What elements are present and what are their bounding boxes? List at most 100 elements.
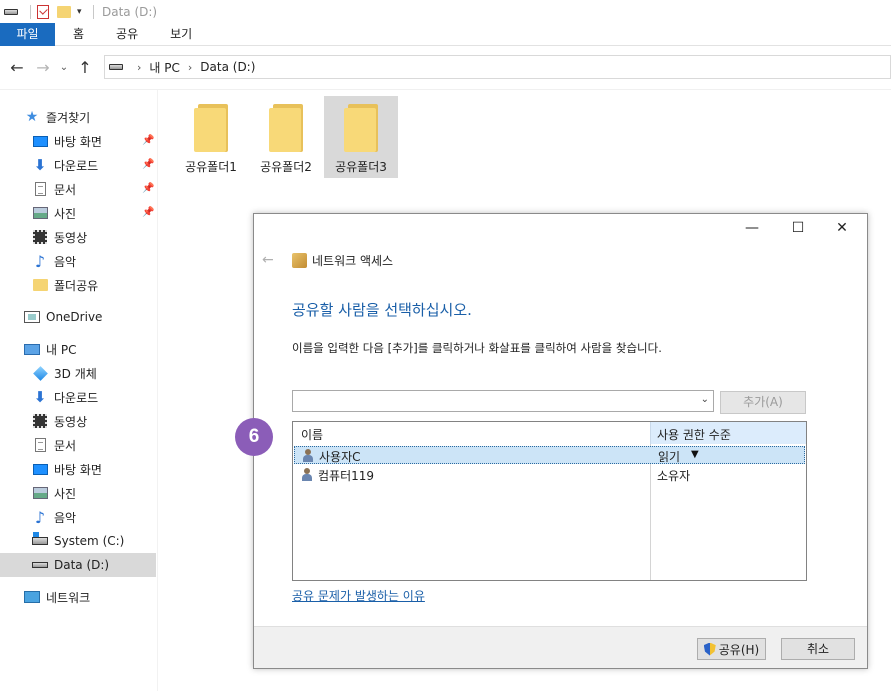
tab-share[interactable]: 공유 (100, 23, 154, 46)
onedrive-icon (24, 311, 40, 323)
sidebar-item-label: 네트워크 (46, 590, 91, 605)
desktop-icon (32, 463, 48, 475)
pin-icon[interactable]: 📌 (142, 183, 154, 194)
user-name-combobox[interactable]: ⌄ (292, 390, 714, 412)
sidebar-item-pc-desktop[interactable]: 바탕 화면 (32, 458, 102, 480)
minimize-icon[interactable]: — (730, 220, 774, 242)
sidebar-item-network[interactable]: 네트워크 (24, 586, 90, 608)
folder-item-selected[interactable]: 공유폴더3 (324, 96, 398, 178)
sidebar-item-label: 문서 (54, 182, 77, 197)
sharing-help-link[interactable]: 공유 문제가 발생하는 이유 (292, 587, 425, 604)
sidebar-item-3d-objects[interactable]: 3D 개체 (32, 362, 97, 384)
sidebar-item-music[interactable]: ♪ 음악 (32, 250, 76, 272)
dialog-heading: 공유할 사람을 선택하십시오. (292, 301, 472, 319)
up-arrow-icon[interactable]: ↑ (72, 58, 98, 77)
pin-icon[interactable]: 📌 (142, 159, 154, 170)
column-header-name[interactable]: 이름 (301, 426, 323, 443)
sidebar-item-label: 동영상 (54, 230, 88, 245)
sidebar-item-pc-downloads[interactable]: ⬇ 다운로드 (32, 386, 98, 408)
navigation-bar: ← → ⌄ ↑ › 내 PC › Data (D:) (0, 46, 891, 90)
folder-icon (192, 104, 230, 152)
sidebar-item-shared-folder[interactable]: 폴더공유 (32, 274, 98, 296)
breadcrumb-data-drive[interactable]: Data (D:) (200, 60, 255, 74)
share-users-list[interactable]: 이름 사용 권한 수준 사용자C 읽기 ▼ 컴퓨터119 소유자 (292, 421, 807, 581)
sidebar-item-downloads[interactable]: ⬇ 다운로드 (32, 154, 98, 176)
recent-locations-chevron-icon[interactable]: ⌄ (56, 62, 72, 73)
toolbar-separator (93, 4, 94, 19)
forward-arrow-icon[interactable]: → (30, 58, 56, 77)
breadcrumb-chevron-icon[interactable]: › (137, 61, 141, 74)
user-name: 사용자C (319, 450, 361, 464)
pin-icon[interactable]: 📌 (142, 207, 154, 218)
breadcrumb-this-pc[interactable]: 내 PC (149, 59, 179, 76)
folder-label: 공유폴더1 (185, 160, 237, 174)
sidebar-item-label: 음악 (54, 254, 77, 269)
share-button-label: 공유(H) (718, 642, 760, 657)
share-button[interactable]: 공유(H) (697, 638, 766, 660)
drive-icon (32, 562, 48, 568)
folder-icon (342, 104, 380, 152)
permission-level: 소유자 (657, 469, 691, 483)
sidebar-item-label: 다운로드 (54, 390, 99, 405)
folder-icon (267, 104, 305, 152)
drive-icon (4, 8, 18, 15)
tab-view[interactable]: 보기 (154, 23, 208, 46)
properties-icon[interactable] (37, 4, 49, 19)
breadcrumb-chevron-icon[interactable]: › (188, 61, 192, 74)
dialog-title: 네트워크 액세스 (312, 254, 394, 268)
sidebar-item-data-drive[interactable]: Data (D:) (32, 554, 109, 576)
close-icon[interactable]: ✕ (820, 220, 864, 242)
table-row-selected[interactable]: 사용자C 읽기 ▼ (294, 446, 805, 464)
cancel-button[interactable]: 취소 (781, 638, 855, 660)
sidebar-item-onedrive[interactable]: OneDrive (24, 306, 102, 328)
table-row[interactable]: 컴퓨터119 소유자 (294, 466, 805, 484)
sidebar-item-quick-access[interactable]: ★ 즐겨찾기 (24, 106, 90, 128)
dialog-description: 이름을 입력한 다음 [추가]를 클릭하거나 화살표를 클릭하여 사람을 찾습니… (292, 341, 662, 355)
sidebar-item-label: System (C:) (54, 534, 125, 548)
sidebar-item-label: 내 PC (46, 342, 77, 357)
step-number-badge: 6 (235, 418, 273, 456)
user-icon (303, 449, 313, 462)
address-bar[interactable]: › 내 PC › Data (D:) (104, 55, 891, 79)
back-arrow-icon[interactable]: ← (4, 58, 30, 77)
sidebar-item-pictures[interactable]: 사진 (32, 202, 76, 224)
column-divider (650, 444, 651, 580)
add-button[interactable]: 추가(A) (720, 391, 806, 414)
sidebar-item-pc-videos[interactable]: 동영상 (32, 410, 87, 432)
customize-toolbar-dropdown-icon[interactable]: ▾ (77, 7, 87, 17)
sidebar-item-videos[interactable]: 동영상 (32, 226, 87, 248)
maximize-icon[interactable]: ☐ (776, 220, 820, 242)
document-icon (34, 438, 46, 452)
sharing-users-icon (292, 253, 307, 268)
sidebar-item-system-drive[interactable]: System (C:) (32, 530, 124, 552)
sidebar-item-label: 다운로드 (54, 158, 99, 173)
folder-item[interactable]: 공유폴더1 (174, 96, 248, 178)
network-icon (24, 591, 40, 603)
toolbar-separator (30, 4, 31, 19)
video-icon (33, 230, 47, 244)
desktop-icon (32, 135, 48, 147)
3d-objects-icon (32, 365, 48, 381)
pin-icon[interactable]: 📌 (142, 135, 154, 146)
sidebar-item-pc-documents[interactable]: 문서 (32, 434, 76, 456)
sidebar-item-label: 폴더공유 (54, 278, 99, 293)
permission-dropdown-icon[interactable]: ▼ (691, 449, 699, 460)
column-header-permission[interactable]: 사용 권한 수준 (657, 426, 731, 443)
system-drive-icon (32, 532, 48, 545)
new-folder-icon[interactable] (57, 5, 71, 18)
sidebar-item-documents[interactable]: 문서 (32, 178, 76, 200)
back-arrow-icon[interactable]: ← (262, 252, 274, 268)
sidebar-item-pc-pictures[interactable]: 사진 (32, 482, 76, 504)
sidebar-item-label: OneDrive (46, 310, 103, 324)
sidebar-item-this-pc[interactable]: 내 PC (24, 338, 76, 360)
chevron-down-icon[interactable]: ⌄ (701, 394, 709, 405)
permission-level[interactable]: 읽기 (658, 448, 680, 465)
ribbon-tabs: 파일 홈 공유 보기 (0, 23, 891, 46)
tab-home[interactable]: 홈 (57, 23, 100, 46)
folder-item[interactable]: 공유폴더2 (249, 96, 323, 178)
sidebar-item-desktop[interactable]: 바탕 화면 (32, 130, 102, 152)
sidebar-item-pc-music[interactable]: ♪ 음악 (32, 506, 76, 528)
music-note-icon: ♪ (34, 507, 46, 527)
sidebar-item-label: Data (D:) (54, 558, 110, 572)
tab-file[interactable]: 파일 (0, 23, 55, 46)
